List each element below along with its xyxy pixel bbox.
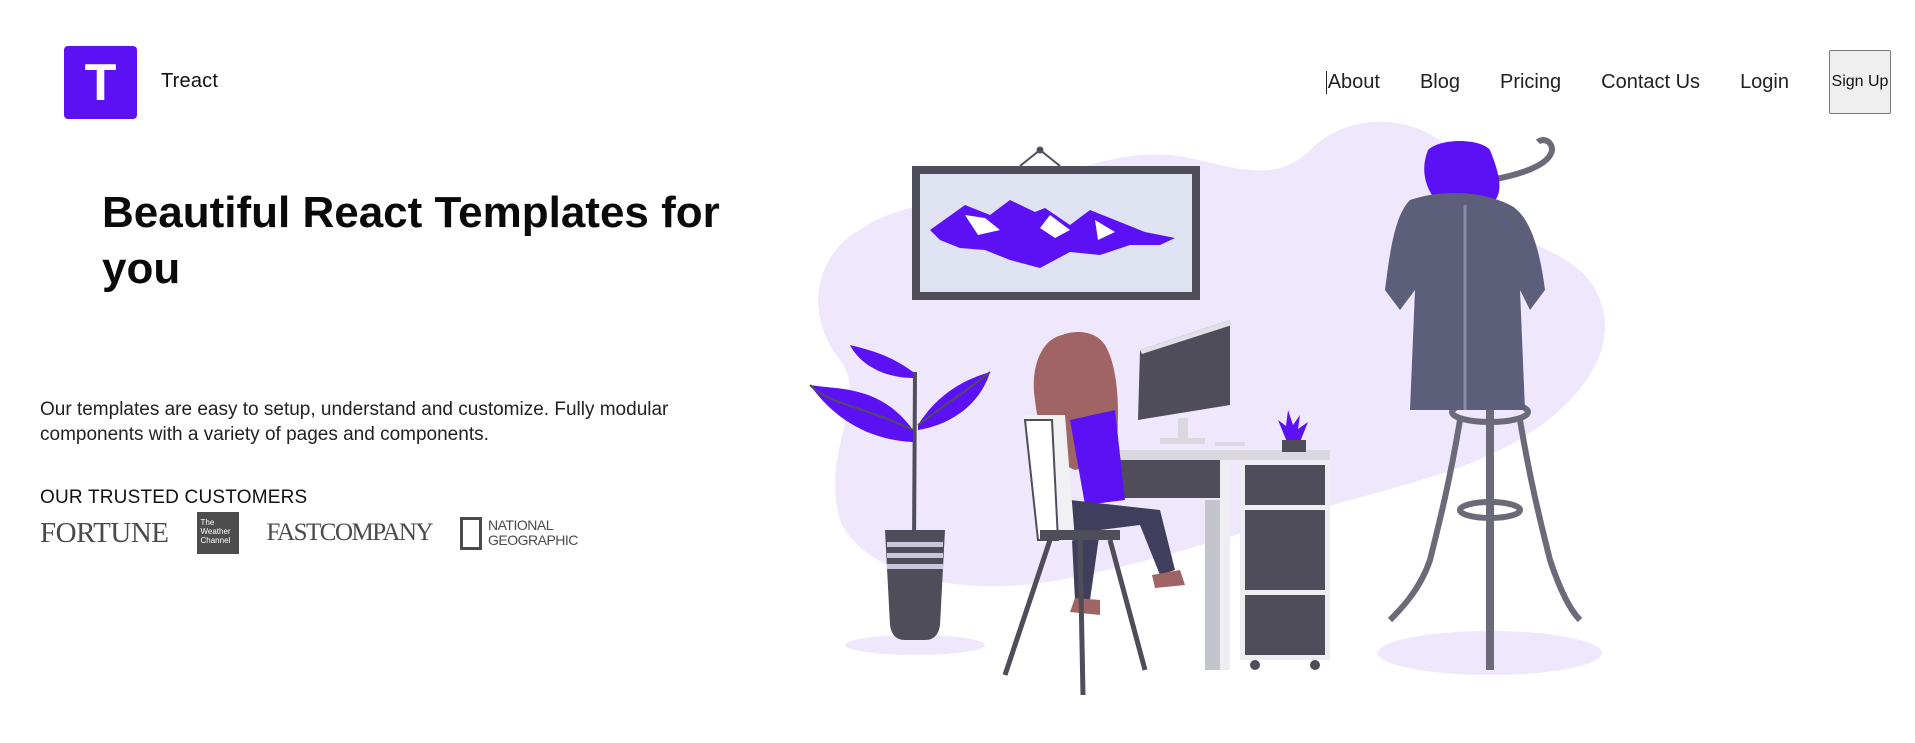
customers-heading: OUR TRUSTED CUSTOMERS xyxy=(40,487,308,508)
nav-link-pricing[interactable]: Pricing xyxy=(1500,71,1561,94)
logo-letter: T xyxy=(84,53,117,112)
nav-link-blog[interactable]: Blog xyxy=(1420,71,1460,94)
fortune-logo: FORTUNE xyxy=(40,516,169,549)
landing-page: T Treact About Blog Pricing Contact Us L… xyxy=(0,0,1915,743)
signup-button[interactable]: Sign Up xyxy=(1829,50,1891,114)
weather-channel-logo: The Weather Channel xyxy=(196,512,239,554)
hero-illustration xyxy=(809,121,1606,696)
nav-link-contact[interactable]: Contact Us xyxy=(1601,71,1700,94)
weather-channel-line: The xyxy=(200,518,215,527)
natgeo-text: NATIONAL GEOGRAPHIC xyxy=(488,518,578,548)
brand-name[interactable]: Treact xyxy=(161,70,218,93)
main-nav: About Blog Pricing Contact Us Login Sign… xyxy=(1325,50,1891,114)
natgeo-line: GEOGRAPHIC xyxy=(488,532,578,548)
fastcompany-logo: FASTCOMPANY xyxy=(266,519,434,546)
nav-link-login[interactable]: Login xyxy=(1740,71,1789,94)
weather-channel-line: Weather xyxy=(200,527,231,536)
nav-link-about[interactable]: About xyxy=(1325,70,1380,94)
logo-icon[interactable]: T xyxy=(64,46,137,119)
hero-description: Our templates are easy to setup, underst… xyxy=(40,399,669,445)
natgeo-line: NATIONAL xyxy=(488,517,553,533)
weather-channel-line: Channel xyxy=(200,536,231,545)
mountain-painting xyxy=(912,146,1200,300)
customer-logos: FORTUNE The Weather Channel FASTCOMPANY … xyxy=(40,512,606,554)
natgeo-frame-icon xyxy=(460,516,483,550)
hero-title: Beautiful React Templates for you xyxy=(102,188,720,293)
natgeo-logo: NATIONAL GEOGRAPHIC xyxy=(460,516,578,550)
